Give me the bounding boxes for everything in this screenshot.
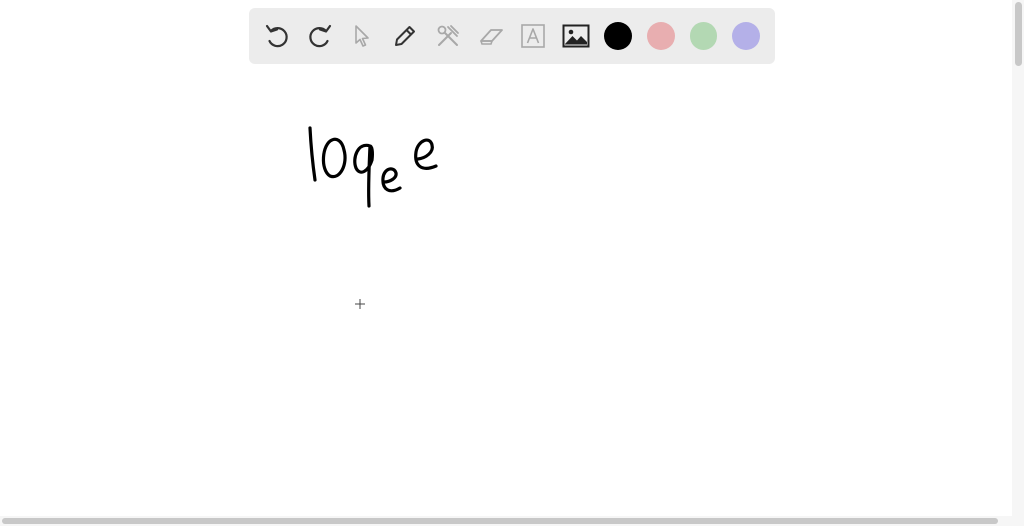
color-swatch-purple[interactable] — [732, 22, 761, 50]
pen-icon — [395, 26, 416, 46]
image-button[interactable] — [561, 21, 591, 51]
drawing-canvas[interactable] — [0, 0, 1024, 526]
toolbar — [249, 8, 775, 64]
color-swatch-green[interactable] — [689, 22, 718, 50]
undo-icon — [265, 24, 288, 48]
tools-icon — [437, 25, 459, 46]
eraser-button[interactable] — [476, 21, 506, 51]
tools-button[interactable] — [433, 21, 463, 51]
horizontal-scrollbar[interactable] — [0, 516, 1024, 526]
cursor-icon — [355, 25, 370, 47]
vertical-scrollbar-thumb[interactable] — [1015, 2, 1022, 66]
horizontal-scrollbar-thumb[interactable] — [2, 518, 998, 524]
redo-icon — [308, 24, 331, 48]
undo-button[interactable] — [262, 21, 292, 51]
text-box-icon — [521, 24, 546, 48]
text-button[interactable] — [519, 21, 549, 51]
pen-button[interactable] — [390, 21, 420, 51]
image-icon — [562, 24, 590, 48]
vertical-scrollbar[interactable] — [1012, 0, 1024, 516]
color-swatch-black[interactable] — [604, 22, 632, 50]
redo-button[interactable] — [305, 21, 335, 51]
eraser-icon — [479, 29, 503, 45]
color-swatch-red[interactable] — [646, 22, 675, 50]
select-button[interactable] — [348, 21, 378, 51]
